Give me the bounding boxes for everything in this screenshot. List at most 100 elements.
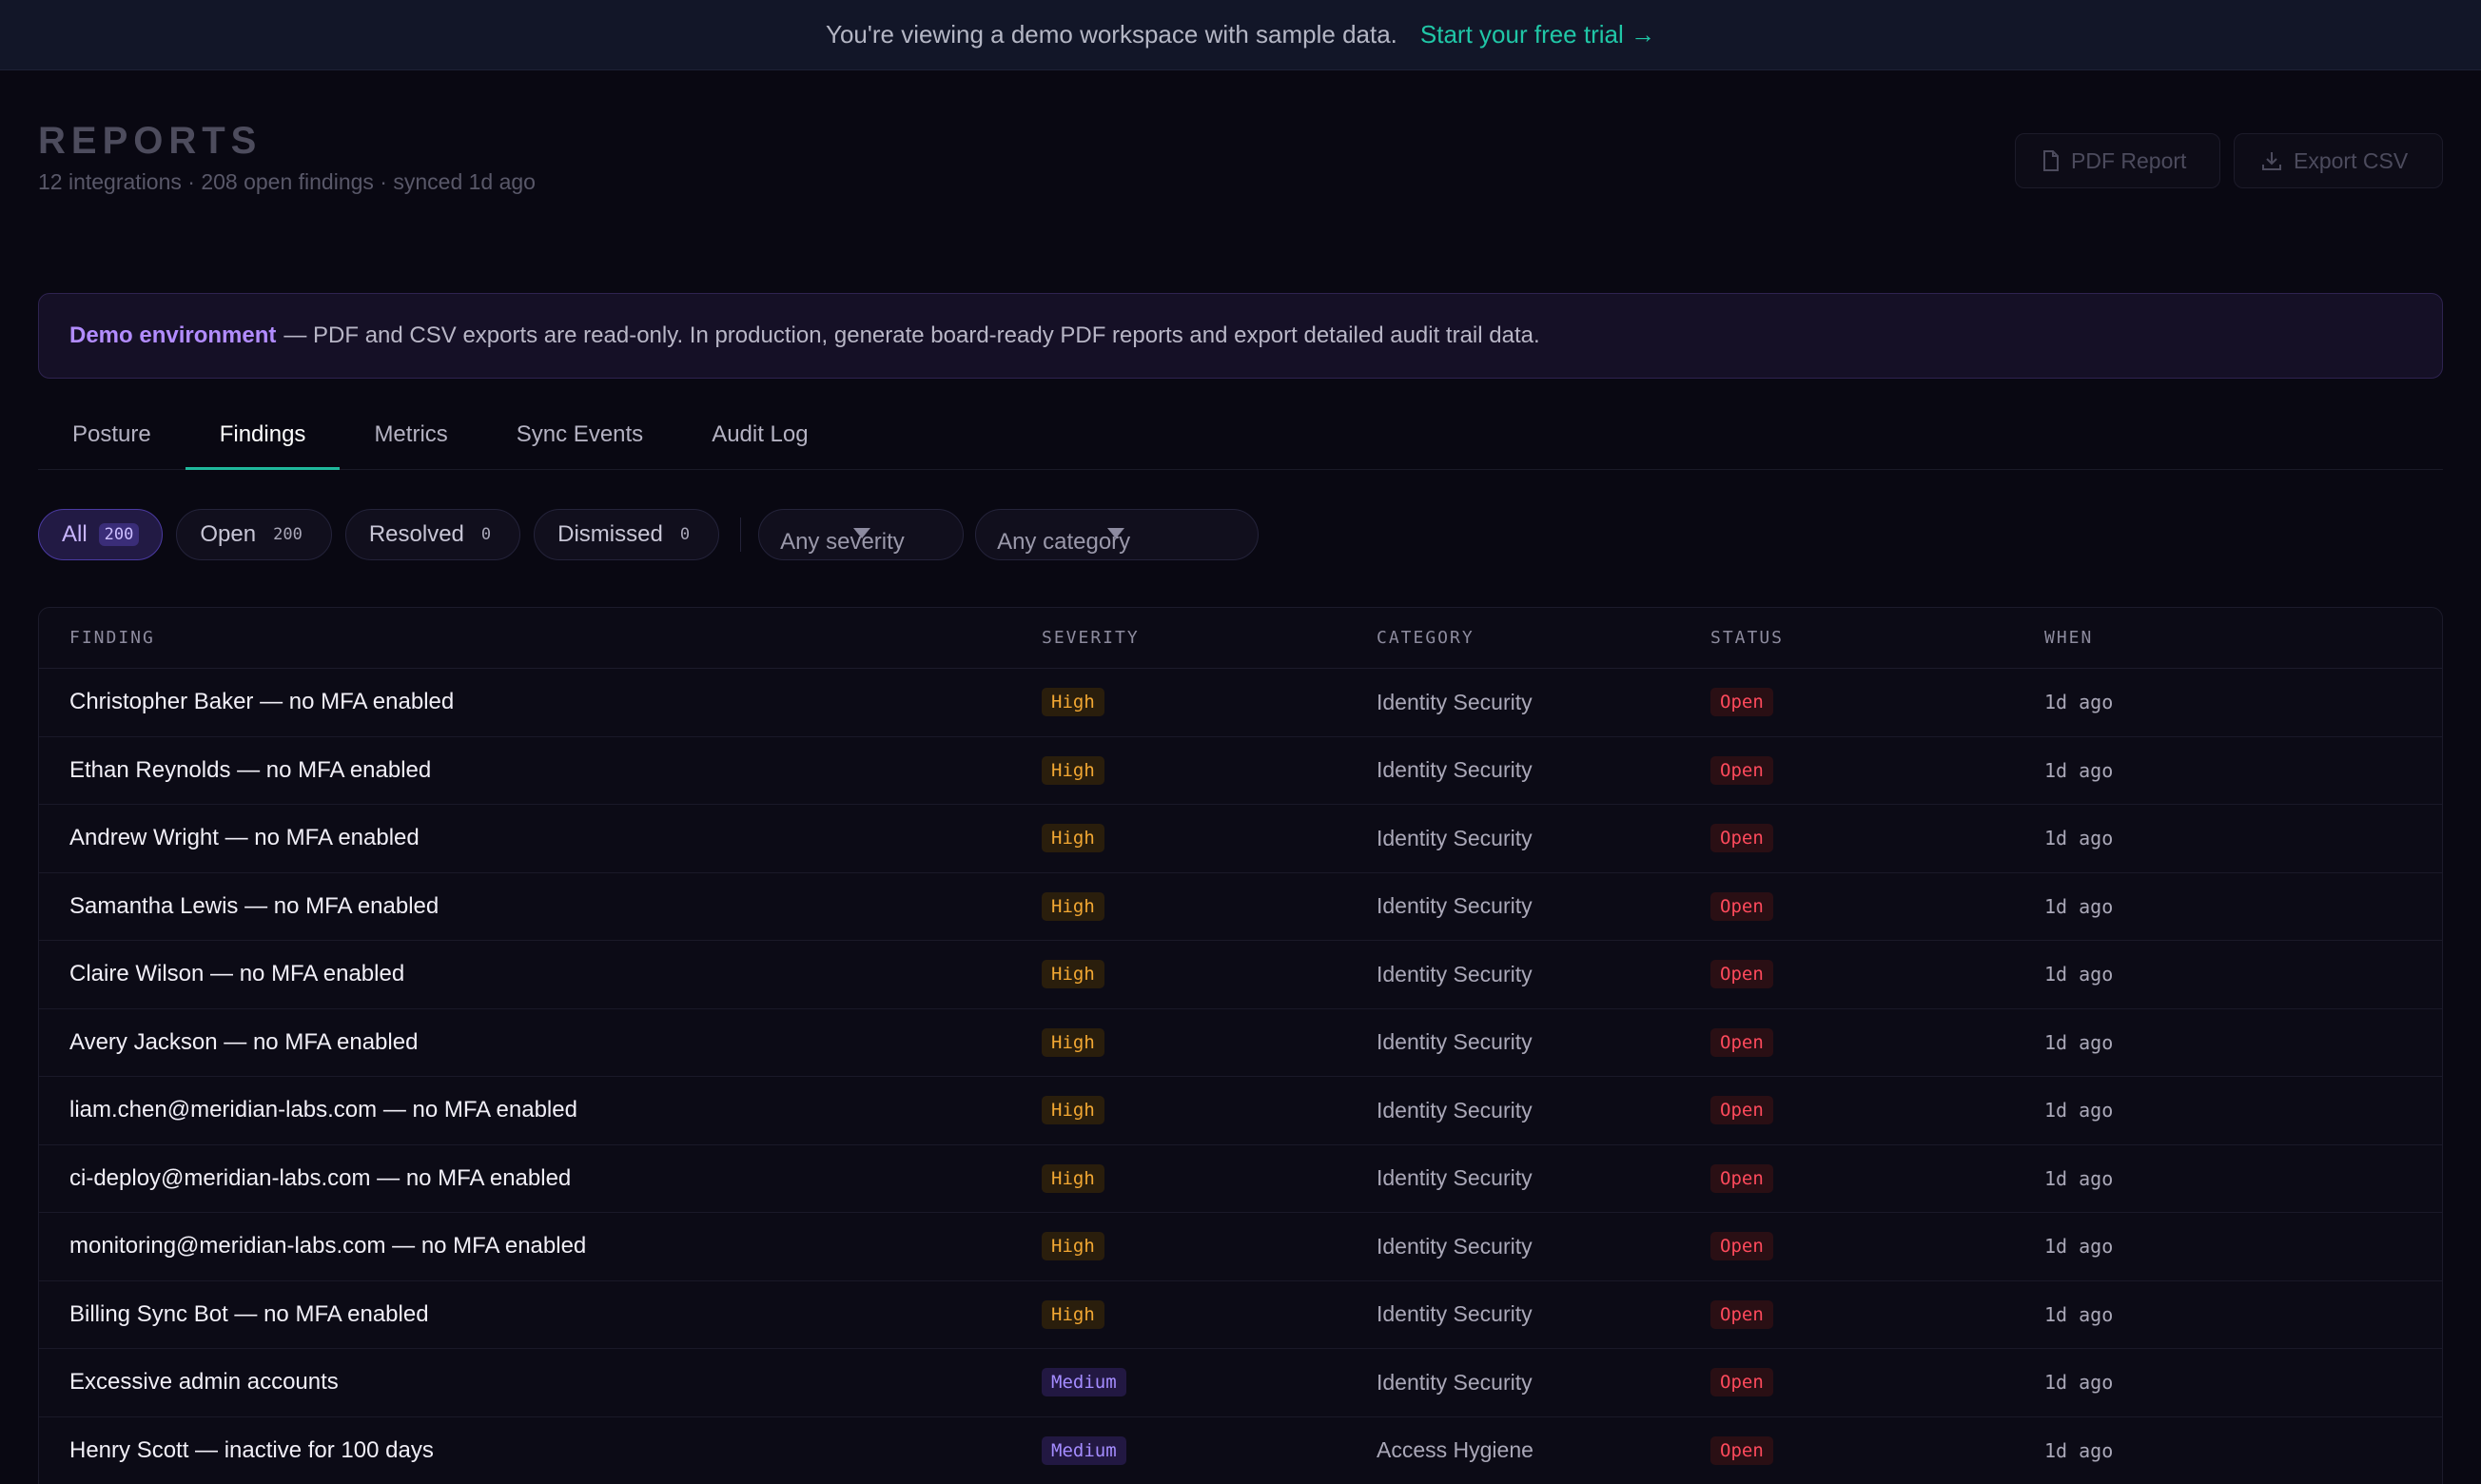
status-cell: Open — [1710, 1299, 2044, 1329]
filter-all[interactable]: All 200 — [38, 509, 164, 560]
category-cell: Identity Security — [1377, 961, 1533, 986]
filter-resolved-label: Resolved — [368, 521, 464, 547]
pdf-report-label: PDF Report — [2071, 147, 2187, 173]
when-cell: 1d ago — [2044, 758, 2114, 782]
export-csv-button[interactable]: Export CSV — [2234, 133, 2443, 188]
tab-audit-log[interactable]: Audit Log — [677, 400, 842, 469]
category-cell: Identity Security — [1377, 893, 1533, 919]
category-cell: Identity Security — [1377, 1097, 1533, 1123]
finding-cell: monitoring@meridian-labs.com — no MFA en… — [69, 1233, 587, 1259]
findings-table: FINDING SEVERITY CATEGORY STATUS WHEN Ch… — [38, 607, 2443, 1484]
when-cell: 1d ago — [2044, 1302, 2114, 1326]
filter-resolved[interactable]: Resolved 0 — [344, 509, 521, 560]
table-row[interactable]: monitoring@meridian-labs.com — no MFA en… — [39, 1213, 2442, 1281]
start-trial-link[interactable]: Start your free trial → — [1420, 20, 1655, 49]
finding-cell: Samantha Lewis — no MFA enabled — [69, 892, 440, 919]
table-row[interactable]: Claire Wilson — no MFA enabled High Identi… — [39, 941, 2442, 1009]
table-body: Christopher Baker — no MFA enabled High Id… — [39, 669, 2442, 1484]
table-row[interactable]: Excessive admin accounts Medium Identity S… — [39, 1349, 2442, 1417]
status-cell: Open — [1710, 1027, 2044, 1057]
table-row[interactable]: ci-deploy@meridian-labs.com — no MFA ena… — [39, 1145, 2442, 1213]
status-badge: Open — [1710, 688, 1773, 717]
severity-select-value: Any severity — [780, 529, 905, 555]
finding-cell: ci-deploy@meridian-labs.com — no MFA ena… — [69, 1164, 572, 1191]
table-row[interactable]: Andrew Wright — no MFA enabled High Identi… — [39, 805, 2442, 873]
column-header-finding[interactable]: FINDING — [39, 628, 1042, 648]
chevron-down-icon — [853, 528, 871, 538]
status-cell: Open — [1710, 960, 2044, 989]
severity-cell: High — [1042, 1163, 1377, 1193]
severity-badge: High — [1042, 1232, 1104, 1261]
category-cell: Identity Security — [1377, 689, 1533, 714]
column-header-status[interactable]: STATUS — [1710, 628, 2044, 648]
severity-cell: Medium — [1042, 1435, 1377, 1465]
finding-cell: Billing Sync Bot — no MFA enabled — [69, 1300, 429, 1327]
pdf-report-button[interactable]: PDF Report — [2015, 133, 2220, 188]
chevron-down-icon — [1107, 528, 1125, 538]
finding-cell: Avery Jackson — no MFA enabled — [69, 1028, 419, 1055]
severity-cell: High — [1042, 1096, 1377, 1125]
filter-dismissed[interactable]: Dismissed 0 — [534, 509, 720, 560]
filter-open[interactable]: Open 200 — [176, 509, 332, 560]
status-cell: Open — [1710, 688, 2044, 717]
file-icon — [2043, 150, 2059, 171]
column-header-when[interactable]: WHEN — [2044, 628, 2442, 648]
severity-cell: Medium — [1042, 1368, 1377, 1397]
category-cell: Identity Security — [1377, 1301, 1533, 1327]
category-cell: Identity Security — [1377, 825, 1533, 850]
category-cell: Identity Security — [1377, 1369, 1533, 1395]
tab-sync-events[interactable]: Sync Events — [482, 400, 677, 469]
filter-dismissed-count: 0 — [679, 525, 691, 544]
filter-all-count: 200 — [98, 523, 140, 546]
finding-cell: Ethan Reynolds — no MFA enabled — [69, 756, 432, 783]
column-header-severity[interactable]: SEVERITY — [1042, 628, 1377, 648]
severity-cell: High — [1042, 755, 1377, 785]
severity-badge: High — [1042, 688, 1104, 717]
severity-cell: High — [1042, 1027, 1377, 1057]
table-row[interactable]: Ethan Reynolds — no MFA enabled High Ident… — [39, 737, 2442, 805]
table-row[interactable]: Billing Sync Bot — no MFA enabled High Ide… — [39, 1281, 2442, 1349]
severity-badge: High — [1042, 960, 1104, 989]
when-cell: 1d ago — [2044, 1030, 2114, 1054]
status-badge: Open — [1710, 755, 1773, 785]
finding-cell: Andrew Wright — no MFA enabled — [69, 825, 420, 851]
status-cell: Open — [1710, 755, 2044, 785]
status-cell: Open — [1710, 824, 2044, 853]
table-row[interactable]: Avery Jackson — no MFA enabled High Identi… — [39, 1009, 2442, 1077]
severity-badge: High — [1042, 891, 1104, 921]
filter-open-count: 200 — [273, 525, 303, 544]
table-row[interactable]: liam.chen@meridian-labs.com — no MFA ena… — [39, 1077, 2442, 1145]
filter-all-label: All — [62, 521, 88, 547]
filter-resolved-count: 0 — [480, 525, 492, 544]
filter-divider — [740, 517, 742, 552]
severity-badge: Medium — [1042, 1368, 1126, 1397]
when-cell: 1d ago — [2044, 827, 2114, 850]
severity-badge: High — [1042, 1027, 1104, 1057]
tab-posture[interactable]: Posture — [38, 400, 186, 469]
tab-metrics[interactable]: Metrics — [340, 400, 481, 469]
category-select[interactable]: Any category — [975, 509, 1260, 560]
category-cell: Identity Security — [1377, 1233, 1533, 1259]
status-cell: Open — [1710, 1232, 2044, 1261]
finding-cell: liam.chen@meridian-labs.com — no MFA ena… — [69, 1097, 577, 1123]
severity-badge: High — [1042, 755, 1104, 785]
table-header: FINDING SEVERITY CATEGORY STATUS WHEN — [39, 608, 2442, 669]
category-cell: Access Hygiene — [1377, 1437, 1534, 1463]
table-row[interactable]: Henry Scott — inactive for 100 days Mediu… — [39, 1417, 2442, 1484]
reports-page: REPORTS 12 integrations · 208 open findi… — [0, 70, 2481, 1484]
when-cell: 1d ago — [2044, 691, 2114, 714]
status-badge: Open — [1710, 1096, 1773, 1125]
status-cell: Open — [1710, 1435, 2044, 1465]
severity-cell: High — [1042, 1299, 1377, 1329]
severity-cell: High — [1042, 824, 1377, 853]
table-row[interactable]: Christopher Baker — no MFA enabled High Id… — [39, 669, 2442, 737]
tab-findings[interactable]: Findings — [185, 400, 341, 470]
status-cell: Open — [1710, 891, 2044, 921]
page-header: REPORTS 12 integrations · 208 open findi… — [38, 70, 2443, 223]
column-header-category[interactable]: CATEGORY — [1377, 628, 1710, 648]
severity-select[interactable]: Any severity — [758, 509, 965, 560]
table-row[interactable]: Samantha Lewis — no MFA enabled High Ident… — [39, 873, 2442, 941]
severity-badge: High — [1042, 1299, 1104, 1329]
when-cell: 1d ago — [2044, 1235, 2114, 1259]
category-cell: Identity Security — [1377, 1029, 1533, 1055]
